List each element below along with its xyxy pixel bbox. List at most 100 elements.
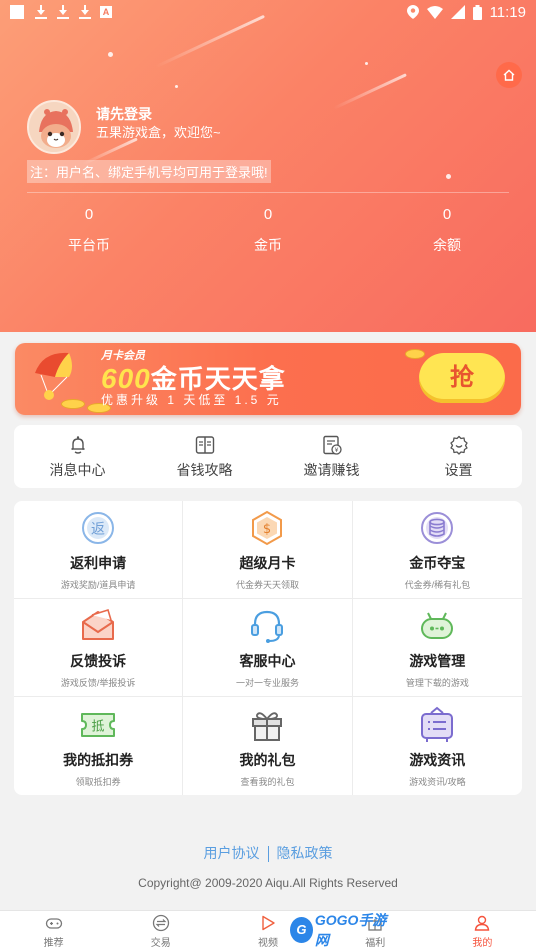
banner-subline: 优惠升级 1 天低至 1.5 元 <box>101 393 282 407</box>
service-rebate[interactable]: 返 返利申请 游戏奖励/道具申请 <box>14 501 184 599</box>
status-bar: A 11:19 <box>0 0 536 24</box>
invite-money-icon: ¥ <box>322 435 342 455</box>
gift-icon <box>252 711 283 741</box>
cat-avatar-icon <box>29 102 79 152</box>
game-manage-icon <box>421 612 454 639</box>
book-icon <box>195 435 214 454</box>
login-prompt[interactable]: 请先登录 <box>96 104 152 124</box>
user-icon <box>475 915 490 931</box>
user-agreement-link[interactable]: 用户协议 <box>204 845 260 861</box>
svg-text:$: $ <box>263 522 271 537</box>
bottom-nav: 推荐 交易 视频 福利 我的 <box>0 910 536 952</box>
privacy-policy-link[interactable]: 隐私政策 <box>277 845 333 861</box>
gear-icon <box>449 435 468 455</box>
service-customer-support[interactable]: 客服中心 一对一专业服务 <box>183 599 353 697</box>
quick-action-label: 省钱攻略 <box>176 461 233 478</box>
quick-action-label: 设置 <box>444 461 473 478</box>
service-title: 金币夺宝 <box>409 555 466 571</box>
nav-label: 交易 <box>150 938 171 949</box>
stat-label: 平台币 <box>68 237 110 253</box>
service-desc: 领取抵扣券 <box>75 776 121 787</box>
signal-icon <box>450 5 465 19</box>
home-button[interactable] <box>496 62 522 88</box>
app-notification-icon: A <box>100 6 112 18</box>
avatar[interactable] <box>27 100 81 154</box>
watermark-logo: G GOGO手游网 <box>290 912 390 948</box>
banner-amount: 600 <box>101 363 151 394</box>
nav-label: 视频 <box>258 938 278 949</box>
service-title: 游戏资讯 <box>409 751 466 768</box>
location-icon <box>406 5 419 19</box>
gamepad-icon <box>45 918 62 929</box>
service-title: 我的礼包 <box>239 751 296 768</box>
coin-icon <box>405 349 425 359</box>
monthly-card-banner[interactable]: 月卡会员 600金币天天拿 优惠升级 1 天低至 1.5 元 抢 <box>15 343 521 415</box>
header-divider <box>27 192 509 193</box>
service-my-gifts[interactable]: 我的礼包 查看我的礼包 <box>183 697 353 795</box>
profile-header: 请先登录 五果游戏盒，欢迎您~ 注：用户名、绑定手机号均可用于登录哦! 0 平台… <box>0 0 536 332</box>
coin-icon <box>61 399 85 409</box>
wifi-icon <box>426 5 443 19</box>
service-feedback[interactable]: 反馈投诉 游戏反馈/举报投诉 <box>14 599 184 697</box>
bell-icon <box>71 435 84 454</box>
download-icon <box>78 5 92 19</box>
link-separator <box>267 846 269 863</box>
stat-platform-coin[interactable]: 0 平台币 <box>29 206 149 255</box>
service-title: 我的抵扣券 <box>63 751 134 768</box>
service-desc: 代金券天天领取 <box>235 580 299 590</box>
nav-label: 我的 <box>472 938 493 949</box>
nav-trade[interactable]: 交易 <box>107 911 214 952</box>
service-desc: 查看我的礼包 <box>240 776 295 787</box>
exchange-icon <box>152 914 169 932</box>
headset-icon <box>251 610 284 643</box>
stat-label: 金币 <box>254 237 282 253</box>
svg-text:返: 返 <box>91 522 105 538</box>
watermark-badge-icon: G <box>290 917 313 943</box>
battery-icon <box>472 4 482 20</box>
home-icon <box>503 69 515 81</box>
quick-action-label: 消息中心 <box>49 461 106 478</box>
service-my-vouchers[interactable]: 抵 我的抵扣券 领取抵扣券 <box>14 697 184 795</box>
quick-action-label: 邀请赚钱 <box>303 461 360 478</box>
service-desc: 游戏反馈/举报投诉 <box>60 678 136 688</box>
service-title: 游戏管理 <box>409 653 466 669</box>
nav-label: 推荐 <box>43 938 64 949</box>
stat-gold-coin[interactable]: 0 金币 <box>208 206 328 255</box>
footer-links: 用户协议 隐私政策 <box>0 843 536 863</box>
quick-action-invite[interactable]: ¥ 邀请赚钱 <box>268 425 395 488</box>
service-desc: 代金券/稀有礼包 <box>404 580 471 590</box>
notification-square-icon <box>10 5 24 19</box>
stat-balance[interactable]: 0 余额 <box>387 206 507 255</box>
service-desc: 管理下载的游戏 <box>405 678 469 688</box>
stat-value: 0 <box>84 206 94 223</box>
grab-button[interactable]: 抢 <box>419 353 505 403</box>
service-desc: 一对一专业服务 <box>235 678 299 688</box>
play-icon <box>262 915 275 931</box>
banner-headline-text: 金币天天拿 <box>150 364 286 394</box>
service-title: 客服中心 <box>239 653 296 669</box>
service-title: 反馈投诉 <box>70 653 127 669</box>
svg-text:¥: ¥ <box>334 447 338 454</box>
quick-action-settings[interactable]: 设置 <box>395 425 522 488</box>
service-desc: 游戏奖励/道具申请 <box>60 580 136 590</box>
service-desc: 游戏资讯/攻略 <box>409 776 466 787</box>
nav-recommend[interactable]: 推荐 <box>0 911 107 952</box>
quick-action-messages[interactable]: 消息中心 <box>14 425 141 488</box>
coin-treasure-icon <box>421 512 454 544</box>
service-title: 返利申请 <box>70 555 127 571</box>
rebate-icon: 返 <box>82 512 115 544</box>
service-monthly-card[interactable]: $ 超级月卡 代金券天天领取 <box>183 501 353 599</box>
quick-actions-bar: 消息中心 省钱攻略 ¥ 邀请赚钱 设置 <box>14 425 522 488</box>
stat-label: 余额 <box>433 237 461 253</box>
login-note: 注：用户名、绑定手机号均可用于登录哦! <box>27 160 271 183</box>
service-coin-treasure[interactable]: 金币夺宝 代金券/稀有礼包 <box>352 501 522 599</box>
nav-mine[interactable]: 我的 <box>429 911 536 952</box>
quick-action-savings-guide[interactable]: 省钱攻略 <box>141 425 268 488</box>
services-grid: 返 返利申请 游戏奖励/道具申请 $ 超级月卡 代金券天天领取 金币夺宝 代金券… <box>14 501 522 795</box>
service-game-management[interactable]: 游戏管理 管理下载的游戏 <box>352 599 522 697</box>
svg-text:抵: 抵 <box>92 719 105 734</box>
parachute-icon <box>35 352 72 400</box>
copyright: Copyright@ 2009-2020 Aiqu.All Rights Res… <box>138 876 398 890</box>
service-title: 超级月卡 <box>239 555 296 571</box>
service-game-news[interactable]: 游戏资讯 游戏资讯/攻略 <box>353 697 522 795</box>
